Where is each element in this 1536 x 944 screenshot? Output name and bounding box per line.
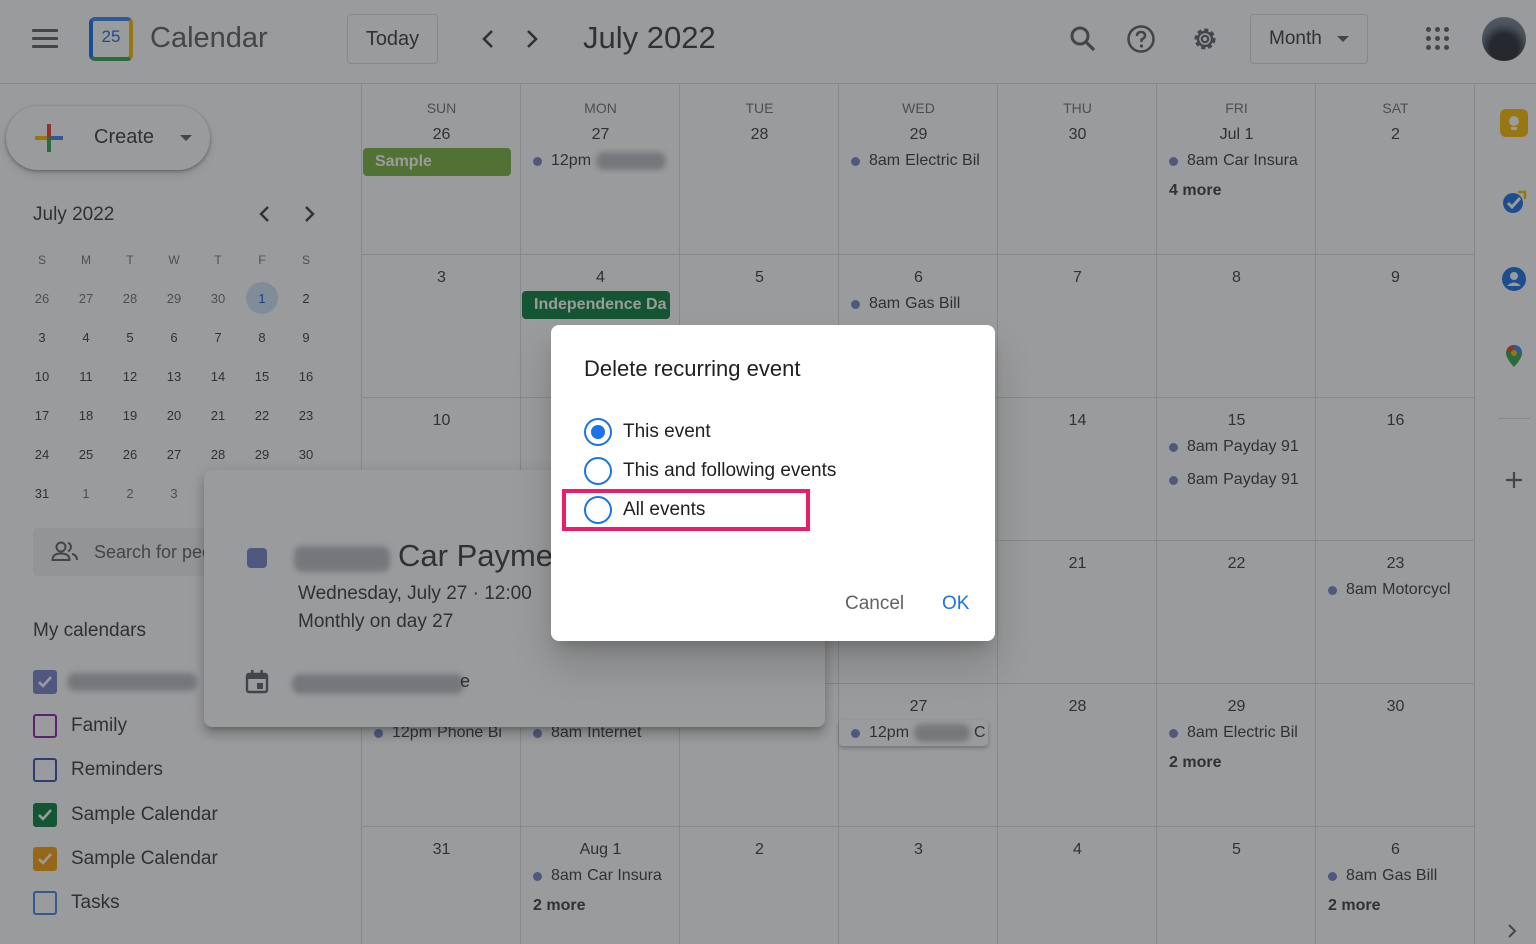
delete-recurring-event-dialog: Delete recurring event This event This a…	[551, 325, 995, 641]
radio-button[interactable]	[584, 457, 612, 485]
dialog-title: Delete recurring event	[584, 356, 801, 381]
option-this-and-following[interactable]: This and following events	[584, 456, 836, 486]
option-label: This event	[623, 421, 711, 442]
cancel-button[interactable]: Cancel	[845, 593, 904, 615]
option-label: This and following events	[623, 460, 837, 481]
ok-button[interactable]: OK	[942, 593, 969, 615]
option-this-event[interactable]: This event	[584, 417, 711, 447]
annotation-highlight-box	[562, 489, 810, 531]
radio-button-checked[interactable]	[584, 418, 612, 446]
